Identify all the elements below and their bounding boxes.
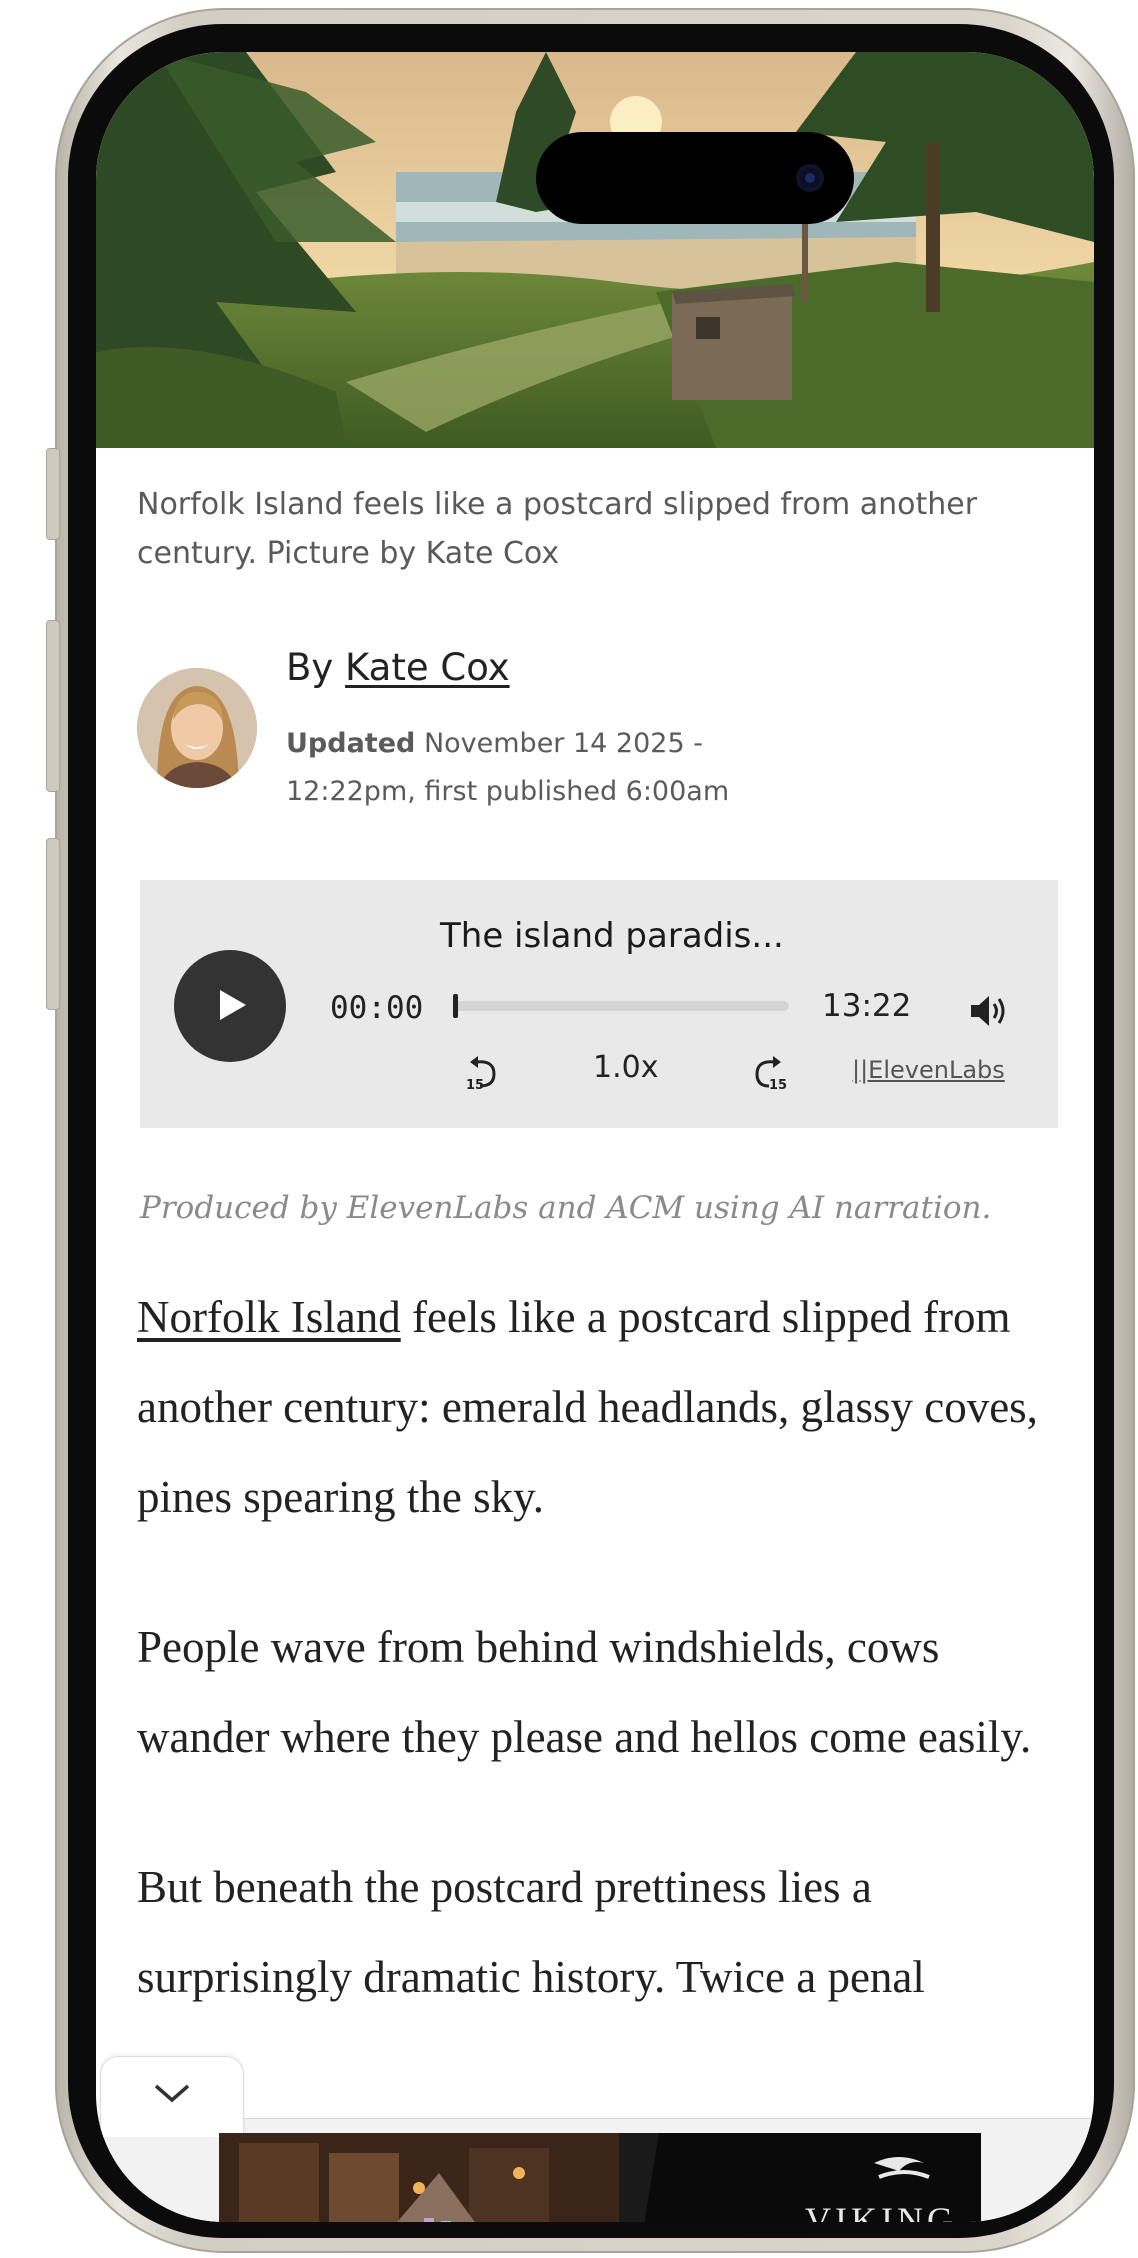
current-time: 00:00 bbox=[330, 990, 424, 1026]
chevron-down-icon bbox=[154, 2084, 190, 2103]
forward-seconds: 15 bbox=[769, 1078, 787, 1092]
advertisement-banner[interactable]: VIKING bbox=[219, 2133, 981, 2222]
progress-handle[interactable] bbox=[453, 994, 458, 1018]
volume-down-button bbox=[46, 838, 60, 1010]
volume-icon[interactable] bbox=[969, 994, 1007, 1028]
updated-label: Updated bbox=[286, 728, 416, 759]
ad-brand-name: VIKING bbox=[805, 2200, 957, 2222]
collapse-ad-button[interactable] bbox=[100, 2056, 244, 2137]
byline: By Kate Cox bbox=[286, 646, 510, 689]
camera-icon bbox=[796, 164, 824, 192]
author-link[interactable]: Kate Cox bbox=[345, 646, 510, 689]
volume-up-button bbox=[46, 620, 60, 792]
norfolk-island-link[interactable]: Norfolk Island bbox=[137, 1292, 401, 1342]
publish-info: Updated November 14 2025 - 12:22pm, firs… bbox=[286, 720, 766, 816]
elevenlabs-link[interactable]: ||ElevenLabs bbox=[852, 1056, 1005, 1084]
screen: Norfolk Island feels like a postcard sli… bbox=[96, 52, 1094, 2222]
total-time: 13:22 bbox=[822, 988, 912, 1024]
audio-player: The island paradis... 00:00 13:22 15 1.0… bbox=[140, 880, 1058, 1128]
author-photo-image bbox=[137, 668, 257, 788]
rewind-15-icon[interactable]: 15 bbox=[462, 1052, 502, 1092]
rewind-seconds: 15 bbox=[466, 1078, 484, 1092]
author-avatar[interactable] bbox=[137, 668, 257, 788]
play-button[interactable] bbox=[174, 950, 286, 1062]
play-icon bbox=[220, 990, 246, 1020]
playback-speed[interactable]: 1.0x bbox=[593, 1050, 658, 1085]
paragraph: But beneath the postcard prettiness lies… bbox=[137, 1862, 925, 2002]
paragraph: People wave from behind windshields, cow… bbox=[137, 1622, 1032, 1762]
image-caption: Norfolk Island feels like a postcard sli… bbox=[137, 487, 978, 571]
coastal-landscape-image bbox=[96, 52, 1094, 448]
hero-image bbox=[96, 52, 1094, 448]
dynamic-island bbox=[536, 132, 854, 224]
paragraph: Norfolk Island feels like a postcard sli… bbox=[137, 1272, 1067, 1542]
mute-switch bbox=[46, 448, 60, 540]
track-title: The island paradis... bbox=[440, 916, 784, 956]
narration-note: Produced by ElevenLabs and ACM using AI … bbox=[140, 1190, 992, 1226]
byline-prefix: By bbox=[286, 646, 334, 689]
forward-15-icon[interactable]: 15 bbox=[749, 1052, 789, 1092]
progress-bar[interactable] bbox=[453, 1001, 789, 1011]
article-body: Norfolk Island feels like a postcard sli… bbox=[137, 1272, 1067, 2082]
